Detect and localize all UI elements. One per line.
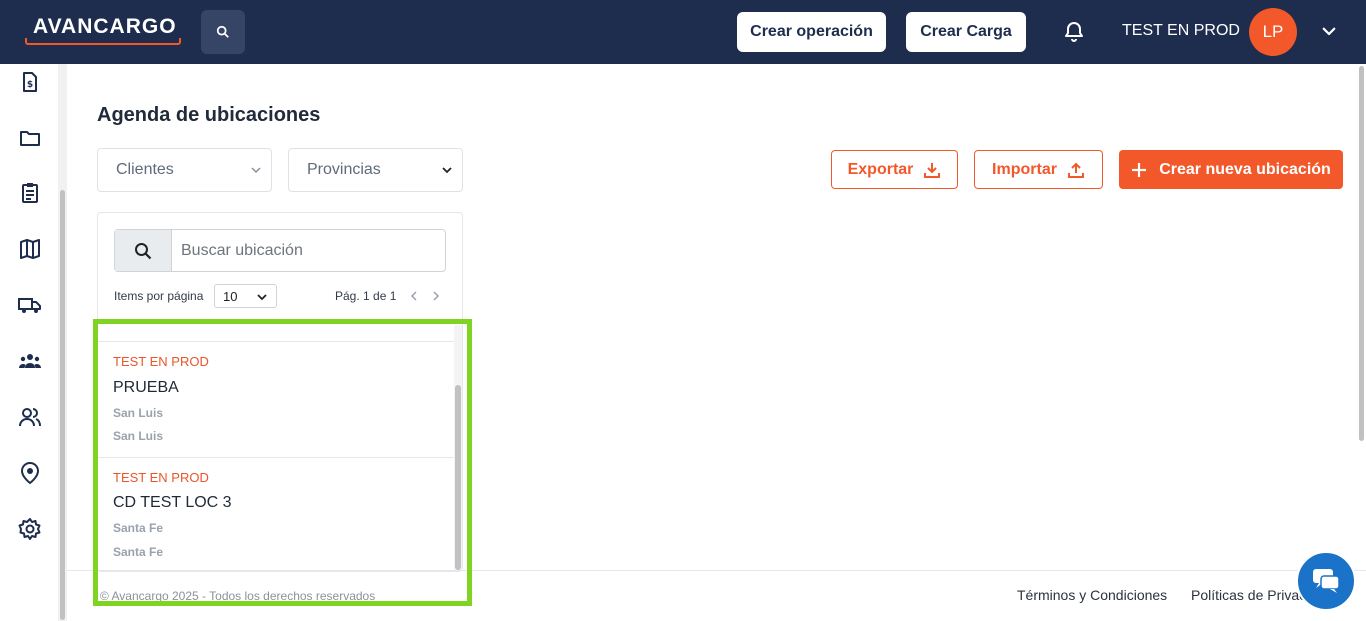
clipboard-icon[interactable] [18,181,42,205]
list-item[interactable]: TEST EN PROD CD TEST LOC 3 Santa Fe Sant… [98,458,454,570]
import-button-label: Importar [992,160,1057,178]
users-icon[interactable] [18,405,42,429]
chat-icon [1313,569,1340,593]
chevron-down-icon [251,167,261,174]
upload-icon [1067,162,1084,178]
chevron-down-icon [257,294,267,301]
sidebar: $ [0,64,58,557]
map-icon[interactable] [18,237,42,261]
create-location-button[interactable]: Crear nueva ubicación [1119,150,1343,189]
search-icon [216,25,229,38]
footer-copyright: © Avancargo 2025 - Todos los derechos re… [100,589,376,603]
items-per-page-label: Items por página [114,289,204,303]
location-city: San Luis [113,406,164,420]
search-addon [115,230,172,271]
chevron-down-icon[interactable] [1320,22,1338,40]
export-button-label: Exportar [847,160,914,178]
location-city: Santa Fe [113,521,164,535]
logo-underline [25,38,181,45]
plus-icon [1132,162,1147,177]
location-province: Santa Fe [113,545,164,559]
global-search-button[interactable] [201,10,245,54]
items-per-page-select[interactable]: 10 [214,284,277,308]
provinces-select[interactable]: Provincias [288,148,463,192]
location-client: TEST EN PROD [113,470,209,485]
terms-link[interactable]: Términos y Condiciones [1017,587,1167,603]
chat-button[interactable] [1296,551,1356,611]
location-search-input[interactable] [173,230,445,271]
create-location-label: Crear nueva ubicación [1159,160,1331,178]
provinces-select-label: Provincias [307,161,381,178]
avatar[interactable]: LP [1249,8,1297,56]
page-title: Agenda de ubicaciones [97,104,321,126]
download-icon [924,162,941,178]
chevron-right-icon[interactable] [430,289,442,303]
user-name[interactable]: TEST EN PROD [1122,22,1240,40]
location-pin-icon[interactable] [18,461,42,485]
search-icon [135,242,152,259]
location-name: PRUEBA [113,379,179,396]
group-icon[interactable] [18,349,42,373]
settings-icon[interactable] [18,517,42,541]
create-load-button[interactable]: Crear Carga [906,12,1026,52]
folder-icon[interactable] [18,126,42,150]
avancargo-logo[interactable]: AVANCARGO [25,14,181,46]
list-scrollbar-thumb[interactable] [455,385,461,570]
truck-icon[interactable] [18,293,42,317]
items-per-page-value: 10 [223,288,238,304]
top-navbar: AVANCARGO Crear operación Crear Carga TE… [0,0,1366,64]
chevron-down-icon [442,167,452,174]
chevron-left-icon[interactable] [408,289,420,303]
page-info: Pág. 1 de 1 [335,289,397,303]
import-button[interactable]: Importar [974,150,1103,189]
clients-select-label: Clientes [116,161,174,178]
location-search [114,229,446,272]
bell-icon[interactable] [1062,20,1086,44]
location-client: TEST EN PROD [113,354,209,369]
clients-select[interactable]: Clientes [97,148,272,192]
logo-text: AVANCARGO [33,15,177,38]
location-name: CD TEST LOC 3 [113,494,232,511]
export-button[interactable]: Exportar [831,150,958,189]
svg-text:$: $ [27,80,33,90]
page-scrollbar-thumb[interactable] [1359,66,1364,441]
list-item[interactable]: TEST EN PROD PRUEBA San Luis San Luis [98,342,454,457]
sidebar-scrollbar-thumb[interactable] [60,190,65,620]
invoice-icon[interactable]: $ [18,70,42,94]
footer-divider [67,570,1366,571]
location-province: San Luis [113,429,164,443]
create-operation-button[interactable]: Crear operación [737,12,886,52]
